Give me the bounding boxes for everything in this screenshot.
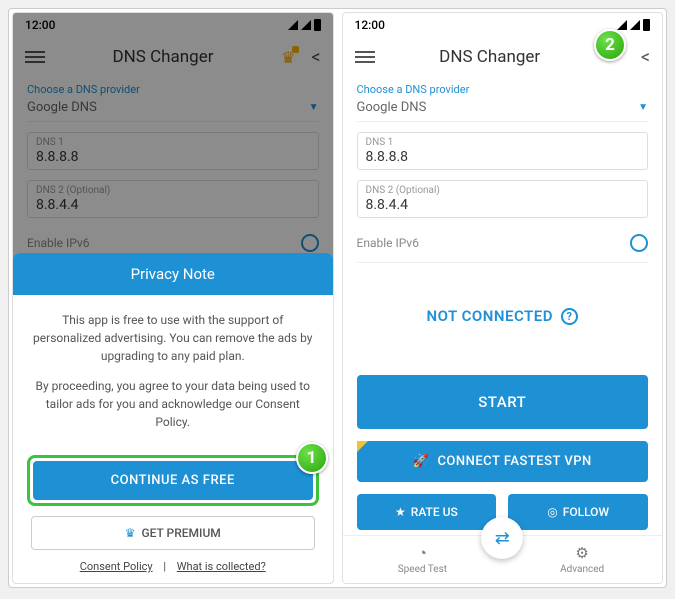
privacy-sheet: Privacy Note This app is free to use wit…: [13, 253, 333, 583]
swap-icon: ⇄: [495, 528, 510, 549]
chevron-down-icon: ▼: [638, 102, 648, 113]
dns2-value: 8.8.4.4: [366, 197, 640, 213]
main-content: Choose a DNS provider Google DNS ▼ DNS 1…: [13, 77, 333, 269]
star-icon: ★: [395, 505, 406, 519]
ipv6-label: Enable IPv6: [27, 236, 89, 250]
privacy-text-2: By proceeding, you agree to your data be…: [33, 377, 313, 431]
ipv6-row[interactable]: Enable IPv6: [357, 232, 649, 263]
follow-button[interactable]: ◎ FOLLOW: [508, 494, 648, 530]
main-content: Choose a DNS provider Google DNS ▼ DNS 1…: [343, 77, 663, 375]
battery-icon: [643, 19, 650, 31]
nav-label: Advanced: [560, 564, 604, 575]
ipv6-toggle[interactable]: [301, 234, 319, 252]
dns1-value: 8.8.8.8: [36, 149, 310, 165]
step-badge-1: 1: [296, 442, 328, 474]
signal-icon: [630, 20, 640, 30]
dns2-value: 8.8.4.4: [36, 197, 310, 213]
app-title: DNS Changer: [375, 47, 605, 67]
dns1-field[interactable]: DNS 1 8.8.8.8: [357, 132, 649, 170]
dns2-field[interactable]: DNS 2 (Optional) 8.8.4.4: [27, 180, 319, 218]
step-badge-2: 2: [594, 29, 626, 61]
premium-label: GET PREMIUM: [141, 526, 220, 540]
share-icon[interactable]: <: [641, 47, 650, 68]
rate-label: RATE US: [411, 505, 458, 519]
premium-icon[interactable]: ♛: [281, 48, 295, 67]
signal-icon: [617, 20, 627, 30]
gears-icon: ⚙: [575, 544, 588, 562]
battery-icon: [314, 19, 321, 31]
status-icons: [617, 19, 650, 31]
dns1-value: 8.8.8.8: [366, 149, 640, 165]
status-bar: 12:00: [13, 13, 333, 37]
badge-corner: [357, 441, 368, 452]
provider-value: Google DNS: [27, 100, 97, 115]
help-icon[interactable]: ?: [561, 308, 578, 325]
get-premium-button[interactable]: ♛ GET PREMIUM: [31, 516, 315, 550]
chevron-down-icon: ▼: [309, 102, 319, 113]
app-header: DNS Changer ♛ <: [13, 37, 333, 77]
privacy-text-1: This app is free to use with the support…: [33, 311, 313, 365]
privacy-body: This app is free to use with the support…: [13, 295, 333, 455]
nav-speed-test[interactable]: ◔ Speed Test: [343, 536, 503, 583]
menu-icon[interactable]: [355, 51, 375, 63]
status-icons: [288, 19, 321, 31]
vpn-label: CONNECT FASTEST VPN: [437, 454, 591, 469]
privacy-links: Consent Policy | What is collected?: [13, 560, 333, 583]
nav-advanced[interactable]: ⚙ Advanced: [502, 536, 662, 583]
dns2-label: DNS 2 (Optional): [366, 185, 640, 196]
clock: 12:00: [25, 18, 55, 32]
crown-icon: ♛: [125, 526, 136, 540]
start-button[interactable]: START: [357, 375, 649, 429]
signal-icon: [301, 20, 311, 30]
swap-fab[interactable]: ⇄: [481, 517, 523, 559]
share-icon[interactable]: <: [311, 47, 320, 68]
dns2-field[interactable]: DNS 2 (Optional) 8.8.4.4: [357, 180, 649, 218]
instagram-icon: ◎: [547, 505, 557, 519]
provider-label: Choose a DNS provider: [357, 83, 649, 96]
follow-label: FOLLOW: [563, 505, 609, 519]
signal-icon: [288, 20, 298, 30]
connection-status: NOT CONNECTED ?: [357, 307, 649, 325]
provider-select[interactable]: Google DNS ▼: [27, 100, 319, 122]
nav-label: Speed Test: [398, 564, 447, 575]
continue-highlight: CONTINUE AS FREE 1: [27, 455, 319, 506]
dns1-label: DNS 1: [366, 137, 640, 148]
rocket-icon: 🚀: [413, 454, 430, 469]
consent-policy-link[interactable]: Consent Policy: [80, 560, 153, 573]
connect-vpn-button[interactable]: 🚀 CONNECT FASTEST VPN: [357, 441, 649, 482]
provider-label: Choose a DNS provider: [27, 83, 319, 96]
provider-select[interactable]: Google DNS ▼: [357, 100, 649, 122]
rate-us-button[interactable]: ★ RATE US: [357, 494, 497, 530]
provider-value: Google DNS: [357, 100, 427, 115]
link-separator: |: [163, 560, 166, 573]
gauge-icon: ◔: [418, 544, 427, 562]
continue-free-button[interactable]: CONTINUE AS FREE: [33, 461, 313, 500]
menu-icon[interactable]: [25, 51, 45, 63]
what-collected-link[interactable]: What is collected?: [177, 560, 266, 573]
dns1-field[interactable]: DNS 1 8.8.8.8: [27, 132, 319, 170]
phone-right: 2 12:00 DNS Changer < Choose a DNS provi…: [342, 12, 664, 584]
status-text: NOT CONNECTED: [427, 307, 554, 325]
clock: 12:00: [355, 18, 385, 32]
ipv6-label: Enable IPv6: [357, 236, 419, 250]
phone-left: 12:00 DNS Changer ♛ < Choose a DNS provi…: [12, 12, 334, 584]
ipv6-toggle[interactable]: [630, 234, 648, 252]
dns2-label: DNS 2 (Optional): [36, 185, 310, 196]
privacy-title: Privacy Note: [13, 253, 333, 295]
app-title: DNS Changer: [45, 47, 281, 67]
dns1-label: DNS 1: [36, 137, 310, 148]
